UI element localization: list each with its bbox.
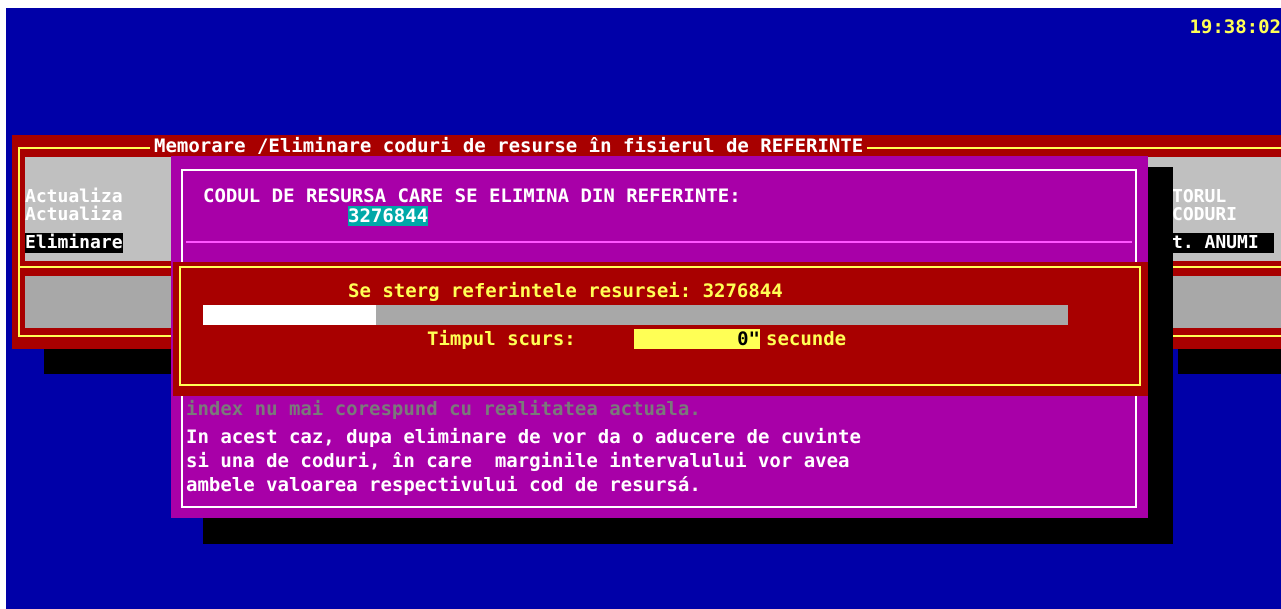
shadow xyxy=(1148,167,1173,510)
panel-border xyxy=(18,147,20,337)
info-line: si una de coduri, în care marginile inte… xyxy=(186,450,850,472)
clock: 19:38:02 xyxy=(1189,16,1281,38)
progress-label: Se sterg referintele resursei: 3276844 xyxy=(348,280,783,302)
progress-bar-fill xyxy=(203,305,376,325)
info-line: index nu mai corespund cu realitatea act… xyxy=(186,398,701,420)
shadow xyxy=(1178,349,1281,374)
delete-prompt: CODUL DE RESURSA CARE SE ELIMINA DIN REF… xyxy=(203,185,741,207)
dialog-separator xyxy=(186,241,1132,243)
menu-item-right-2[interactable]: CODURI xyxy=(1172,206,1237,224)
info-line: In acest caz, dupa eliminare de vor da o… xyxy=(186,426,861,448)
info-line: ambele valoarea respectivului cod de res… xyxy=(186,474,701,496)
elapsed-time-unit: secunde xyxy=(766,328,847,350)
elapsed-time-value: 0" xyxy=(634,329,760,349)
shadow xyxy=(44,349,174,374)
panel-title: Memorare /Eliminare coduri de resurse în… xyxy=(150,136,868,156)
menu-item-actualiza-2[interactable]: Actualiza xyxy=(25,206,123,224)
menu-item-eliminare[interactable]: Eliminare xyxy=(25,233,123,253)
elapsed-time-label: Timpul scurs: xyxy=(427,328,576,350)
menu-item-right-3[interactable]: t. ANUMI xyxy=(1172,233,1274,253)
resource-code-field[interactable]: 3276844 xyxy=(348,206,429,226)
